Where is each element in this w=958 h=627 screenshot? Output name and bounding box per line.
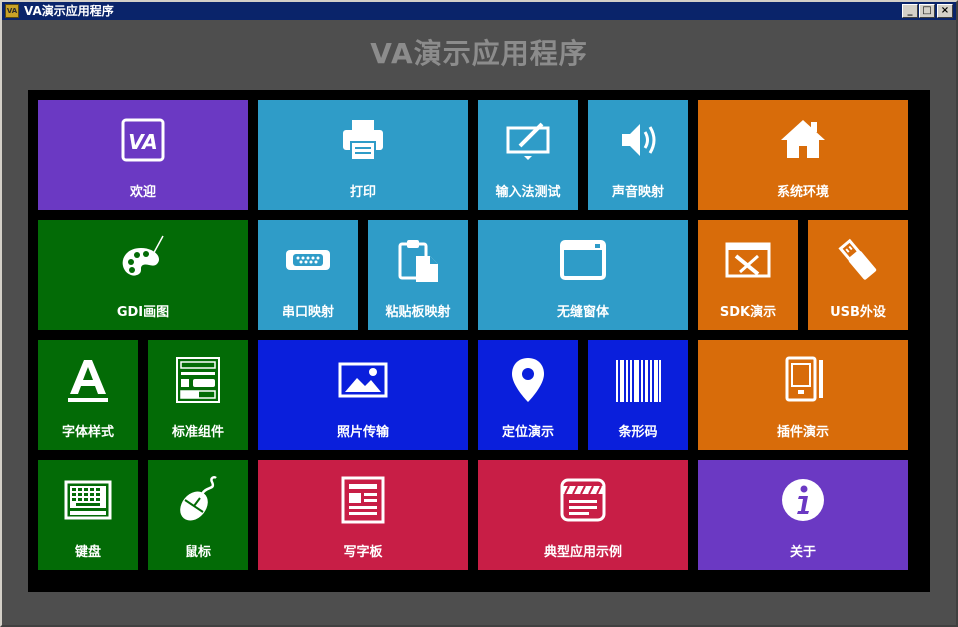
document-icon	[337, 474, 389, 526]
tile-location-demo[interactable]: 定位演示	[478, 340, 578, 450]
tile-sdk-demo[interactable]: SDK演示	[698, 220, 798, 330]
tile-ime-test[interactable]: 输入法测试	[478, 100, 578, 210]
home-icon	[777, 114, 829, 166]
tile-label: GDI画图	[116, 305, 170, 320]
page-title: VA演示应用程序	[370, 37, 588, 70]
mouse-icon	[172, 474, 224, 526]
palette-icon	[117, 234, 169, 286]
tile-label: 输入法测试	[495, 185, 561, 200]
map-pin-icon	[502, 354, 554, 406]
tile-gdi-paint[interactable]: GDI画图	[38, 220, 248, 330]
tile-label: 条形码	[618, 425, 658, 440]
tile-label: 键盘	[74, 545, 101, 560]
info-icon	[777, 474, 829, 526]
tile-keyboard[interactable]: 键盘	[38, 460, 138, 570]
tile-borderless-window[interactable]: 无缝窗体	[478, 220, 688, 330]
close-button[interactable]: ×	[937, 4, 953, 18]
tile-photo-transfer[interactable]: 照片传输	[258, 340, 468, 450]
tile-welcome[interactable]: VA 欢迎	[38, 100, 248, 210]
tile-label: 无缝窗体	[556, 305, 609, 320]
tile-serial-map[interactable]: 串口映射	[258, 220, 358, 330]
usb-icon	[832, 234, 884, 286]
tile-label: 关于	[789, 545, 816, 560]
tile-label: USB外设	[830, 305, 886, 320]
barcode-icon	[612, 354, 664, 406]
tile-barcode[interactable]: 条形码	[588, 340, 688, 450]
tile-label: 打印	[349, 185, 376, 200]
tile-notepad[interactable]: 写字板	[258, 460, 468, 570]
tile-mouse[interactable]: 鼠标	[148, 460, 248, 570]
tile-label: 串口映射	[281, 305, 334, 320]
tile-label: 欢迎	[129, 185, 156, 200]
speaker-icon	[612, 114, 664, 166]
tools-icon	[722, 234, 774, 286]
tile-label: 鼠标	[184, 545, 211, 560]
svg-text:VA: VA	[128, 130, 158, 154]
va-logo-icon: VA	[117, 114, 169, 166]
tile-panel: VA 欢迎 打印 输入法测试 声音映射 系统环境 GDI画图 串口映射 粘贴板映…	[28, 90, 930, 592]
tile-label: SDK演示	[719, 305, 777, 320]
tile-label: 写字板	[343, 545, 383, 560]
window-icon	[557, 234, 609, 286]
photo-icon	[337, 354, 389, 406]
film-icon	[557, 474, 609, 526]
clipboard-icon	[392, 234, 444, 286]
tile-system-env[interactable]: 系统环境	[698, 100, 908, 210]
tile-label: 插件演示	[776, 425, 829, 440]
serial-port-icon	[282, 234, 334, 286]
keyboard-icon	[62, 474, 114, 526]
pen-tablet-icon	[502, 114, 554, 166]
tile-label: 典型应用示例	[543, 545, 622, 560]
tile-label: 声音映射	[611, 185, 664, 200]
tile-label: 标准组件	[171, 425, 224, 440]
tile-plugin-demo[interactable]: 插件演示	[698, 340, 908, 450]
widgets-icon	[172, 354, 224, 406]
maximize-button[interactable]: □	[919, 4, 935, 18]
tablet-icon	[777, 354, 829, 406]
tile-clipboard-map[interactable]: 粘贴板映射	[368, 220, 468, 330]
tile-label: 字体样式	[61, 425, 114, 440]
tile-about[interactable]: 关于	[698, 460, 908, 570]
tile-label: 照片传输	[336, 425, 389, 440]
tile-label: 粘贴板映射	[385, 305, 451, 320]
font-icon	[62, 354, 114, 406]
tile-label: 系统环境	[776, 185, 829, 200]
tile-usb-device[interactable]: USB外设	[808, 220, 908, 330]
window-title: VA演示应用程序	[24, 4, 114, 18]
tile-standard-widgets[interactable]: 标准组件	[148, 340, 248, 450]
tile-font-style[interactable]: 字体样式	[38, 340, 138, 450]
tile-print[interactable]: 打印	[258, 100, 468, 210]
title-bar[interactable]: VA VA演示应用程序 _ □ ×	[2, 2, 956, 20]
printer-icon	[337, 114, 389, 166]
tile-label: 定位演示	[501, 425, 554, 440]
tile-sound-map[interactable]: 声音映射	[588, 100, 688, 210]
minimize-button[interactable]: _	[902, 4, 918, 18]
app-icon: VA	[5, 4, 19, 18]
tile-typical-apps[interactable]: 典型应用示例	[478, 460, 688, 570]
